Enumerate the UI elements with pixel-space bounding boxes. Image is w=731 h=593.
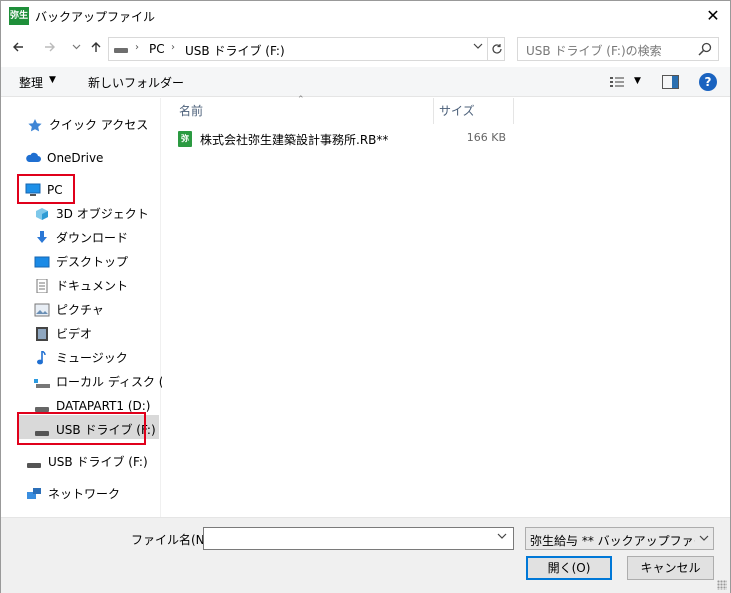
address-row: › PC › USB ドライブ (F:) USB ドライブ (F:)の検索 <box>1 34 730 64</box>
chevron-down-icon <box>72 44 80 50</box>
nav-label: ダウンロード <box>56 231 129 245</box>
arrow-right-icon <box>45 42 55 52</box>
sort-ascending-icon: ⌃ <box>297 95 305 105</box>
refresh-button[interactable] <box>487 38 505 60</box>
new-folder-button[interactable]: 新しいフォルダー <box>88 74 184 91</box>
chevron-down-icon <box>699 533 709 546</box>
yayoi-backup-file-icon: 弥 <box>178 131 192 147</box>
file-type-filter-select[interactable]: 弥生給与 ** バックアップファイル(*. <box>525 527 714 550</box>
dialog-footer: ファイル名(N): 弥生給与 ** バックアップファイル(*. 開く(O) キャ… <box>1 517 730 593</box>
forward-button[interactable] <box>41 40 59 58</box>
open-button[interactable]: 開く(O) <box>526 556 612 580</box>
local-disk-icon <box>34 379 50 388</box>
drive-icon <box>35 407 49 412</box>
nav-label: ピクチャ <box>56 303 104 317</box>
up-button[interactable] <box>87 40 105 58</box>
chevron-right-icon[interactable]: › <box>171 42 175 53</box>
highlight-box-usb-drive <box>17 412 146 445</box>
nav-item-pictures[interactable]: ピクチャ <box>34 299 154 321</box>
chevron-down-icon <box>497 533 507 539</box>
star-icon <box>28 119 42 132</box>
nav-label: デスクトップ <box>56 255 129 269</box>
address-bar[interactable]: › PC › USB ドライブ (F:) <box>108 37 505 61</box>
usb-drive-icon <box>27 463 41 468</box>
nav-item-documents[interactable]: ドキュメント <box>34 275 154 297</box>
arrow-up-icon <box>91 42 101 52</box>
nav-label: ミュージック <box>56 351 128 365</box>
nav-item-music[interactable]: ミュージック <box>34 347 154 369</box>
picture-icon <box>34 303 50 317</box>
highlight-box-pc <box>17 174 75 204</box>
file-row[interactable]: 弥 株式会社弥生建築設計事務所.RB** 166 KB <box>176 128 516 150</box>
chevron-down-icon <box>473 43 483 49</box>
nav-label: ドキュメント <box>56 279 129 293</box>
file-list-pane: ⌃ 名前 サイズ 弥 株式会社弥生建築設計事務所.RB** 166 KB <box>162 95 730 517</box>
file-size: 166 KB <box>466 131 506 144</box>
filename-input[interactable] <box>203 527 514 550</box>
nav-item-local-disk-c[interactable]: ローカル ディスク (C:) <box>34 371 181 393</box>
filename-history-dropdown[interactable] <box>497 531 507 544</box>
nav-item-usb-drive-f[interactable]: USB ドライブ (F:) <box>26 451 148 473</box>
chevron-right-icon[interactable]: › <box>135 42 139 53</box>
search-input[interactable]: USB ドライブ (F:)の検索 <box>526 42 662 59</box>
view-options-icon[interactable] <box>609 75 625 89</box>
file-open-dialog: 弥生 バックアップファイル ✕ › PC › USB ドライブ (F:) USB… <box>0 0 731 593</box>
nav-item-onedrive[interactable]: OneDrive <box>25 147 155 169</box>
column-divider[interactable] <box>513 98 514 124</box>
recent-locations-button[interactable] <box>67 40 85 58</box>
nav-item-network[interactable]: ネットワーク <box>26 483 146 505</box>
address-history-button[interactable] <box>469 40 487 58</box>
help-icon[interactable]: ? <box>699 73 717 91</box>
search-icon[interactable] <box>697 41 713 57</box>
file-name: 株式会社弥生建築設計事務所.RB** <box>200 133 389 147</box>
back-button[interactable] <box>9 40 27 58</box>
nav-label: ネットワーク <box>48 487 121 501</box>
nav-label: USB ドライブ (F:) <box>48 455 148 469</box>
cube-icon <box>36 208 48 220</box>
breadcrumb-usb-drive[interactable]: USB ドライブ (F:) <box>185 42 285 59</box>
window-title: バックアップファイル <box>35 10 156 24</box>
drive-icon <box>114 48 128 53</box>
resize-grip-icon[interactable] <box>717 580 727 590</box>
network-icon <box>27 488 41 499</box>
nav-item-downloads[interactable]: ダウンロード <box>34 227 154 249</box>
search-box[interactable]: USB ドライブ (F:)の検索 <box>517 37 719 61</box>
nav-label: クイック アクセス <box>49 118 149 132</box>
caret-down-icon[interactable]: ▼ <box>49 75 56 85</box>
nav-label: 3D オブジェクト <box>56 207 149 221</box>
arrow-left-icon <box>13 42 23 52</box>
nav-item-quick-access[interactable]: クイック アクセス <box>27 114 157 136</box>
organize-button[interactable]: 整理 <box>19 74 43 91</box>
title-bar: 弥生 バックアップファイル ✕ <box>1 1 730 32</box>
nav-item-desktop[interactable]: デスクトップ <box>34 251 154 273</box>
nav-item-videos[interactable]: ビデオ <box>34 323 154 345</box>
column-header-size[interactable]: サイズ <box>439 98 475 124</box>
document-icon <box>36 279 48 293</box>
command-bar: 整理 ▼ 新しいフォルダー ▼ ? <box>1 67 730 97</box>
preview-pane-icon[interactable] <box>662 75 679 89</box>
music-icon <box>37 351 46 365</box>
download-icon <box>37 231 47 243</box>
refresh-icon <box>491 44 502 54</box>
close-button[interactable]: ✕ <box>696 1 730 31</box>
navigation-pane: クイック アクセス OneDrive PC 3D オブジェクト ダウンロード デ… <box>1 98 181 517</box>
file-type-filter-value: 弥生給与 ** バックアップファイル(*. <box>530 534 695 548</box>
column-divider[interactable] <box>433 98 434 124</box>
nav-item-3d-objects[interactable]: 3D オブジェクト <box>34 203 154 225</box>
breadcrumb-pc[interactable]: PC <box>149 42 165 56</box>
filename-label: ファイル名(N): <box>131 533 214 547</box>
cloud-icon <box>26 152 41 162</box>
caret-down-icon[interactable]: ▼ <box>634 76 641 86</box>
video-icon <box>36 327 48 341</box>
cancel-button[interactable]: キャンセル <box>627 556 714 580</box>
nav-label: ビデオ <box>56 327 93 341</box>
yayoi-app-icon: 弥生 <box>9 7 29 25</box>
column-header-name[interactable]: 名前 <box>179 98 203 124</box>
desktop-icon <box>34 256 50 268</box>
nav-label: OneDrive <box>47 151 104 165</box>
